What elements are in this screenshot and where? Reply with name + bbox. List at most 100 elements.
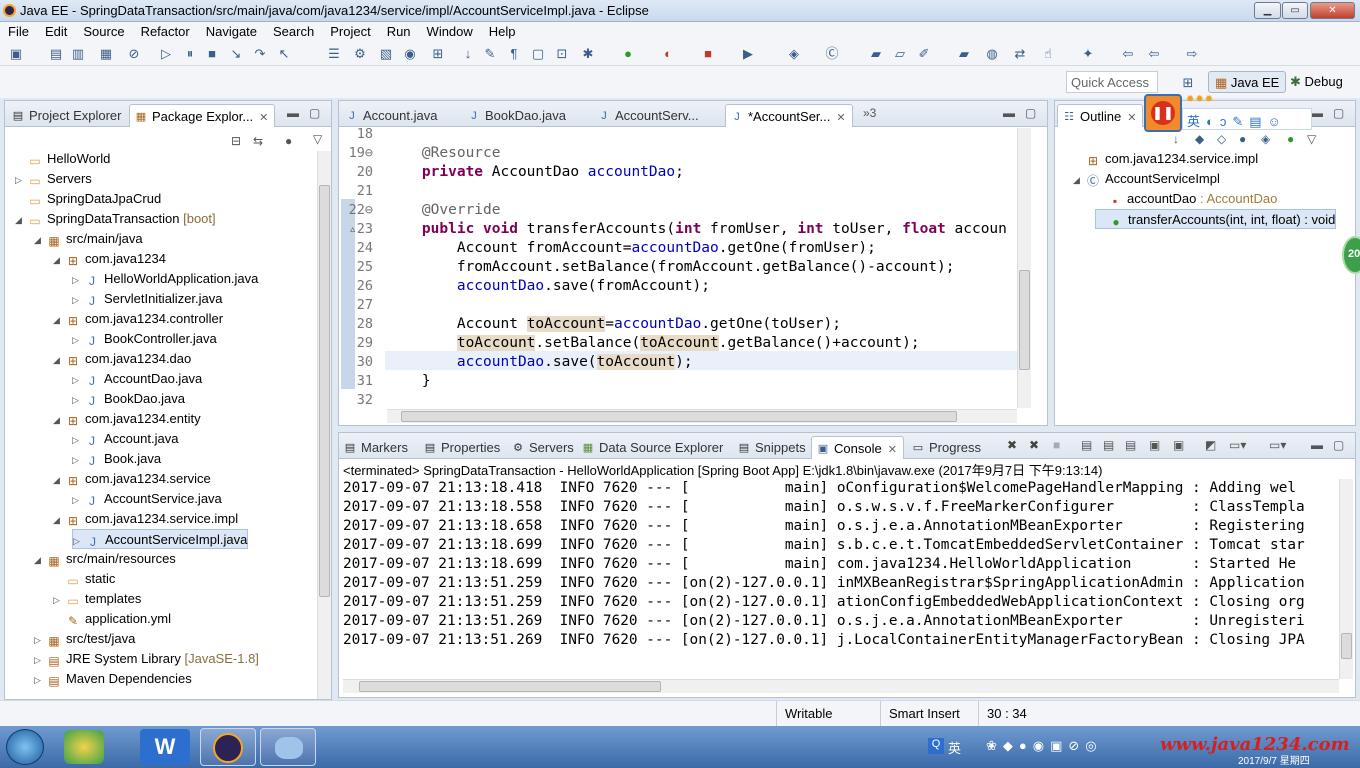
perspective-debug[interactable]: ✱ Debug (1284, 71, 1349, 93)
tree-item[interactable]: ▭ SpringDataJpaCrud (15, 189, 161, 209)
code-line[interactable]: @Resource (387, 144, 501, 163)
coverage-icon[interactable]: ◐ (660, 46, 676, 62)
ime-icon[interactable]: Q (928, 738, 944, 754)
debug-icon[interactable]: ✱ (580, 46, 596, 62)
pin-editor-icon[interactable]: ✦ (1080, 46, 1096, 62)
maximize-button[interactable]: ▭ (1282, 2, 1308, 19)
forward-nav-icon[interactable]: ⇦ (1146, 46, 1162, 62)
tab-project-explorer[interactable]: ▤ Project Explorer (7, 104, 127, 127)
expand-toggle-icon[interactable]: ◢ (53, 410, 65, 430)
open-folder-icon[interactable]: ▰ (868, 46, 884, 62)
save-icon[interactable]: ▤ (48, 46, 64, 62)
expand-toggle-icon[interactable]: ▷ (72, 430, 84, 450)
code-line[interactable]: accountDao.save(fromAccount); (387, 277, 710, 296)
tab-progress[interactable]: ▭ Progress (907, 436, 987, 459)
expand-toggle-icon[interactable]: ◢ (1073, 170, 1085, 190)
outline-item[interactable]: ⊞ com.java1234.service.impl (1073, 149, 1258, 169)
new-java-project-icon[interactable]: ◈ (786, 46, 802, 62)
back-icon[interactable]: ⇦ (1120, 46, 1136, 62)
open-type-icon[interactable]: ⊞ (430, 46, 446, 62)
outline-item[interactable]: ◢ Ⓒ AccountServiceImpl (1073, 169, 1220, 189)
tree-item[interactable]: ◢ ▦ src/main/resources (34, 549, 176, 569)
open-task-icon[interactable]: ☰ (326, 46, 342, 62)
console-horizontal-scrollbar[interactable] (343, 679, 1339, 693)
status-insert-mode[interactable]: Smart Insert (889, 706, 960, 721)
eclipse-taskbar-button[interactable] (200, 728, 256, 766)
remove-launch-icon[interactable]: ✖ (1007, 438, 1017, 452)
skip-breakpoints-icon[interactable]: ⊘ (126, 46, 142, 62)
suspend-icon[interactable]: ⏸ (182, 46, 198, 62)
explorer-scrollbar[interactable] (317, 151, 331, 699)
menu-search[interactable]: Search (265, 22, 322, 39)
expand-toggle-icon[interactable]: ▷ (53, 590, 65, 610)
status-cursor-position[interactable]: 30 : 34 (987, 706, 1027, 721)
menu-file[interactable]: File (0, 22, 37, 39)
search-tool-icon[interactable]: ✐ (916, 46, 932, 62)
external-tools-icon[interactable]: ▶ (740, 46, 756, 62)
display-console-icon[interactable]: ▭▾ (1229, 438, 1246, 452)
open-perspective-icon[interactable]: ⊞ (1180, 75, 1196, 91)
sort-icon[interactable]: ↓ (1173, 132, 1179, 146)
view-menu-icon[interactable]: ▽ (313, 132, 322, 146)
editor-tab-account[interactable]: J Account.java (341, 104, 443, 127)
expand-toggle-icon[interactable]: ▷ (72, 330, 84, 350)
open-console-menu-icon[interactable]: ▭▾ (1269, 438, 1286, 452)
console-vertical-scrollbar[interactable] (1339, 479, 1353, 679)
menu-navigate[interactable]: Navigate (198, 22, 265, 39)
close-tab-icon[interactable]: ✕ (888, 444, 897, 456)
scroll-lock-icon[interactable]: ▤ (1103, 438, 1114, 452)
minimize-outline-icon[interactable]: ▬ (1311, 106, 1323, 120)
close-tab-icon[interactable]: ✕ (1127, 112, 1136, 124)
console-scroll-thumb[interactable] (1341, 633, 1352, 659)
minimize-console-icon[interactable]: ▬ (1311, 438, 1323, 452)
expand-toggle-icon[interactable]: ◢ (34, 230, 46, 250)
pin-icon[interactable]: ⊡ (554, 46, 570, 62)
globe-icon[interactable]: ◍ (984, 46, 1000, 62)
link-outline-icon[interactable]: ● (1287, 132, 1294, 146)
pin-console-icon[interactable]: ◩ (1205, 438, 1216, 452)
tab-snippets[interactable]: ▤ Snippets (733, 436, 812, 459)
outline-view-menu-icon[interactable]: ▽ (1307, 132, 1316, 146)
tree-item[interactable]: ▷ J HelloWorldApplication.java (72, 269, 258, 289)
code-line[interactable]: Account toAccount=accountDao.getOne(toUs… (387, 315, 841, 334)
clear-console-icon[interactable]: ▤ (1081, 438, 1092, 452)
web-browser-icon[interactable]: ◉ (402, 46, 418, 62)
tree-item[interactable]: ▷ J AccountServiceImpl.java (72, 529, 249, 549)
new-class-icon[interactable]: Ⓒ (824, 46, 840, 62)
code-line[interactable]: accountDao.save(toAccount); (387, 353, 693, 372)
link-editor-icon[interactable]: ⇆ (253, 134, 263, 148)
save-all-icon[interactable]: ▥ (70, 46, 86, 62)
tray-icons[interactable]: ❀◆●◉▣⊘◎ (986, 738, 1103, 754)
tree-item[interactable]: ▷ ▭ Servers (15, 169, 92, 189)
tree-item[interactable]: ◢ ⊞ com.java1234.service (53, 469, 211, 489)
editor-tab-accountserviceimpl[interactable]: J *AccountSer... ✕ (725, 104, 853, 127)
forward-icon[interactable]: ⇨ (1184, 46, 1200, 62)
stop-icon[interactable]: ■ (700, 46, 716, 62)
show-whitespace-icon[interactable]: ¶ (506, 46, 522, 62)
hide-fields-icon[interactable]: ◆ (1195, 132, 1204, 146)
tree-item[interactable]: ▷ J Account.java (72, 429, 178, 449)
run-icon[interactable]: ● (620, 46, 636, 62)
wps-icon[interactable]: W (140, 729, 190, 765)
expand-toggle-icon[interactable]: ▷ (34, 630, 46, 650)
recorder-taskbar-button[interactable] (260, 728, 316, 766)
collapse-all-icon[interactable]: ⊟ (231, 134, 241, 148)
server-icon[interactable]: ⚙ (352, 46, 368, 62)
tree-item[interactable]: ▭ static (53, 569, 115, 589)
tree-item[interactable]: ▷ J AccountService.java (72, 489, 222, 509)
maximize-view-icon[interactable]: ▢ (309, 106, 320, 120)
expand-toggle-icon[interactable]: ◢ (53, 470, 65, 490)
tab-package-explorer[interactable]: ▦ Package Explor... ✕ (129, 104, 276, 127)
close-window-button[interactable]: ✕ (1310, 2, 1355, 19)
hide-local-types-icon[interactable]: ◈ (1261, 132, 1270, 146)
tree-item[interactable]: ◢ ⊞ com.java1234.controller (53, 309, 223, 329)
tree-item[interactable]: ▷ ▤ Maven Dependencies (34, 669, 192, 689)
tree-item[interactable]: ◢ ▭ SpringDataTransaction [boot] (15, 209, 216, 229)
tab-data-source-explorer[interactable]: ▦ Data Source Explorer (577, 436, 729, 459)
expand-toggle-icon[interactable]: ▷ (72, 270, 84, 290)
tree-item[interactable]: ◢ ⊞ com.java1234 (53, 249, 166, 269)
expand-toggle-icon[interactable]: ▷ (72, 390, 84, 410)
tree-item[interactable]: ▷ ▦ src/test/java (34, 629, 135, 649)
expand-toggle-icon[interactable]: ◢ (53, 250, 65, 270)
show-on-output-icon[interactable]: ▣ (1149, 438, 1160, 452)
